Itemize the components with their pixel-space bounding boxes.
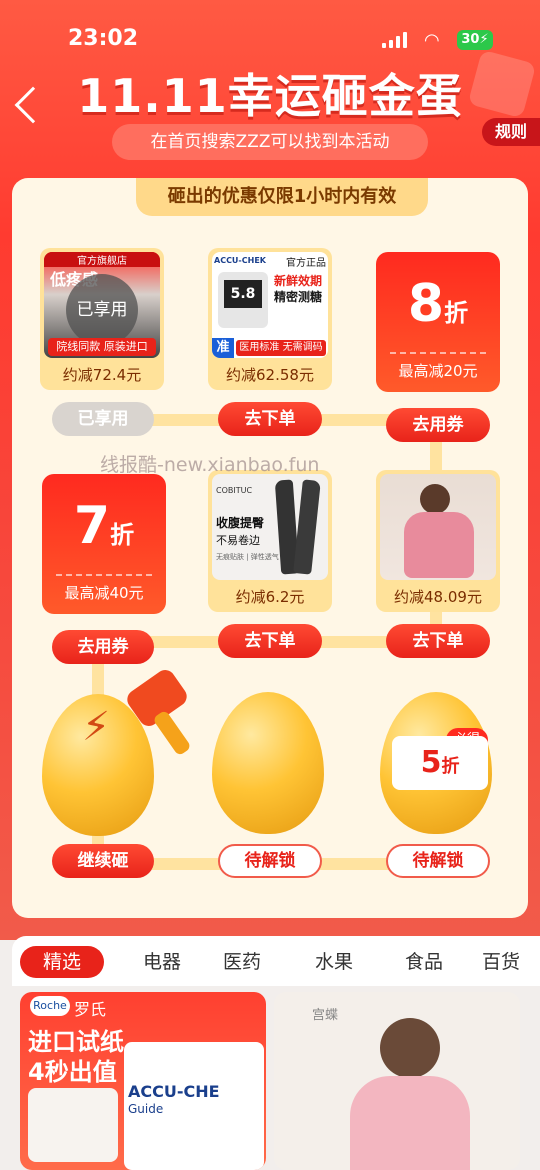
- model-head-icon: [380, 1018, 440, 1078]
- coupon-value: 8折: [376, 274, 500, 334]
- coupon-divider: [56, 574, 152, 576]
- battery-level: 30: [461, 32, 480, 47]
- used-button[interactable]: 已享用: [52, 402, 154, 436]
- tab-appliances[interactable]: 电器: [130, 946, 194, 978]
- continue-smash-button[interactable]: 继续砸: [52, 844, 154, 878]
- promo-strip: 院线同款 原装进口: [48, 338, 156, 356]
- tab-general-goods[interactable]: 百货: [482, 946, 540, 978]
- prize-badge: 5折: [392, 736, 488, 790]
- wifi-icon: ◠: [424, 30, 440, 51]
- product-image: COBITUC 收腹提臀 不易卷边 无痕贴肤 | 弹性透气: [212, 474, 328, 580]
- brand-logo: ACCU-CHEK: [214, 256, 266, 265]
- product-card-leggings[interactable]: COBITUC 收腹提臀 不易卷边 无痕贴肤 | 弹性透气 约减6.2元: [208, 470, 332, 612]
- tab-medicine[interactable]: 医药: [210, 946, 274, 978]
- product-subname: Guide: [128, 1102, 164, 1116]
- headline-1: 收腹提臀: [216, 516, 265, 530]
- product-name: ACCU-CHE: [128, 1082, 220, 1101]
- product-card-pajamas[interactable]: 约减48.09元: [376, 470, 500, 612]
- brand-logo: 宫蝶: [312, 1008, 339, 1023]
- search-hint: 在首页搜索ZZZ可以找到本活动: [112, 124, 428, 160]
- page-title: 11.11幸运砸金蛋: [77, 69, 463, 123]
- locked-button[interactable]: 待解锁: [386, 844, 490, 878]
- coupon-8-discount[interactable]: 8折 最高减20元: [376, 252, 500, 392]
- discount-amount: 约减6.2元: [235, 588, 305, 606]
- store-tag: 官方旗舰店: [44, 252, 160, 267]
- used-overlay-text: 已享用: [76, 300, 128, 320]
- product-box-icon: ACCU-CHE Guide: [124, 1042, 264, 1170]
- product-image: 官方旗舰店 低疼感 已享用 院线同款 原装进口: [44, 252, 160, 358]
- coupon-cap: 最高减20元: [398, 362, 478, 380]
- stamp: 准: [212, 338, 234, 358]
- prize-value: 5: [420, 745, 442, 780]
- brand-name: 罗氏: [74, 1000, 107, 1019]
- order-button[interactable]: 去下单: [218, 402, 322, 436]
- coupon-value: 7折: [42, 496, 166, 556]
- hammer-icon: [122, 666, 198, 760]
- meter-device-icon: [28, 1088, 118, 1162]
- signal-icon: [382, 32, 407, 48]
- feed-headline-2: 4秒出值: [28, 1058, 117, 1086]
- coupon-number: 7: [73, 496, 111, 556]
- discount-amount: 约减72.4元: [62, 366, 142, 384]
- order-button[interactable]: 去下单: [218, 624, 322, 658]
- leggings-icon: [293, 479, 321, 575]
- product-image: [380, 474, 496, 580]
- product-card-glucometer[interactable]: ACCU-CHEK 官方正品 5.8 新鲜效期 精密测糖 准 医用标准 无需调码…: [208, 248, 332, 390]
- category-tabs: 精选 电器 医药 水果 食品 百货: [12, 936, 540, 986]
- brand-logo: COBITUC: [216, 486, 253, 495]
- prize-unit: 折: [441, 756, 460, 777]
- store-tag: 官方正品: [286, 258, 326, 269]
- order-button[interactable]: 去下单: [386, 624, 490, 658]
- headline-2: 不易卷边: [216, 534, 260, 547]
- product-card-used[interactable]: 官方旗舰店 低疼感 已享用 院线同款 原装进口 约减72.4元: [40, 248, 164, 390]
- use-coupon-button[interactable]: 去用券: [52, 630, 154, 664]
- discount-amount: 约减62.58元: [226, 366, 314, 384]
- model-head-icon: [420, 484, 450, 514]
- rules-button[interactable]: 规则: [482, 118, 540, 146]
- feature-text: 无痕贴肤 | 弹性透气: [216, 553, 279, 561]
- validity-notice: 砸出的优惠仅限1小时内有效: [136, 178, 428, 216]
- golden-egg-locked[interactable]: [212, 692, 324, 834]
- crack-icon: ⚡: [82, 704, 111, 750]
- status-time: 23:02: [68, 26, 139, 51]
- battery-icon: 30⚡: [457, 30, 493, 50]
- feed-card-test-strips[interactable]: Roche 罗氏 进口试纸 4秒出值 ACCU-CHE Guide: [20, 992, 266, 1170]
- coupon-divider: [390, 352, 486, 354]
- locked-button[interactable]: 待解锁: [218, 844, 322, 878]
- brand-logo: Roche: [30, 996, 70, 1016]
- coupon-cap: 最高减40元: [64, 584, 144, 602]
- use-coupon-button[interactable]: 去用券: [386, 408, 490, 442]
- product-image: ACCU-CHEK 官方正品 5.8 新鲜效期 精密测糖 准 医用标准 无需调码: [212, 252, 328, 358]
- pajamas-icon: [350, 1076, 470, 1170]
- meter-screen: 5.8: [224, 280, 262, 308]
- tab-featured[interactable]: 精选: [20, 946, 104, 978]
- feed-card-pajamas[interactable]: 宫蝶: [274, 992, 520, 1170]
- coupon-unit: 折: [110, 521, 135, 549]
- game-panel: 砸出的优惠仅限1小时内有效 官方旗舰店 低疼感 已享用 院线同款 原装进口 约减…: [12, 178, 528, 918]
- promo-strip: 医用标准 无需调码: [236, 340, 326, 356]
- coupon-unit: 折: [444, 299, 469, 327]
- coupon-number: 8: [407, 274, 445, 334]
- coupon-7-discount[interactable]: 7折 最高减40元: [42, 474, 166, 614]
- used-overlay: 已享用: [66, 274, 138, 346]
- discount-amount: 约减48.09元: [394, 588, 482, 606]
- headline-2: 精密测糖: [274, 290, 323, 304]
- watermark: 线报酷-new.xianbao.fun: [100, 454, 320, 476]
- headline-1: 新鲜效期: [274, 274, 323, 288]
- pajamas-icon: [404, 512, 474, 578]
- tab-food[interactable]: 食品: [392, 946, 456, 978]
- glucometer-icon: 5.8: [218, 272, 268, 328]
- tab-fruit[interactable]: 水果: [302, 946, 366, 978]
